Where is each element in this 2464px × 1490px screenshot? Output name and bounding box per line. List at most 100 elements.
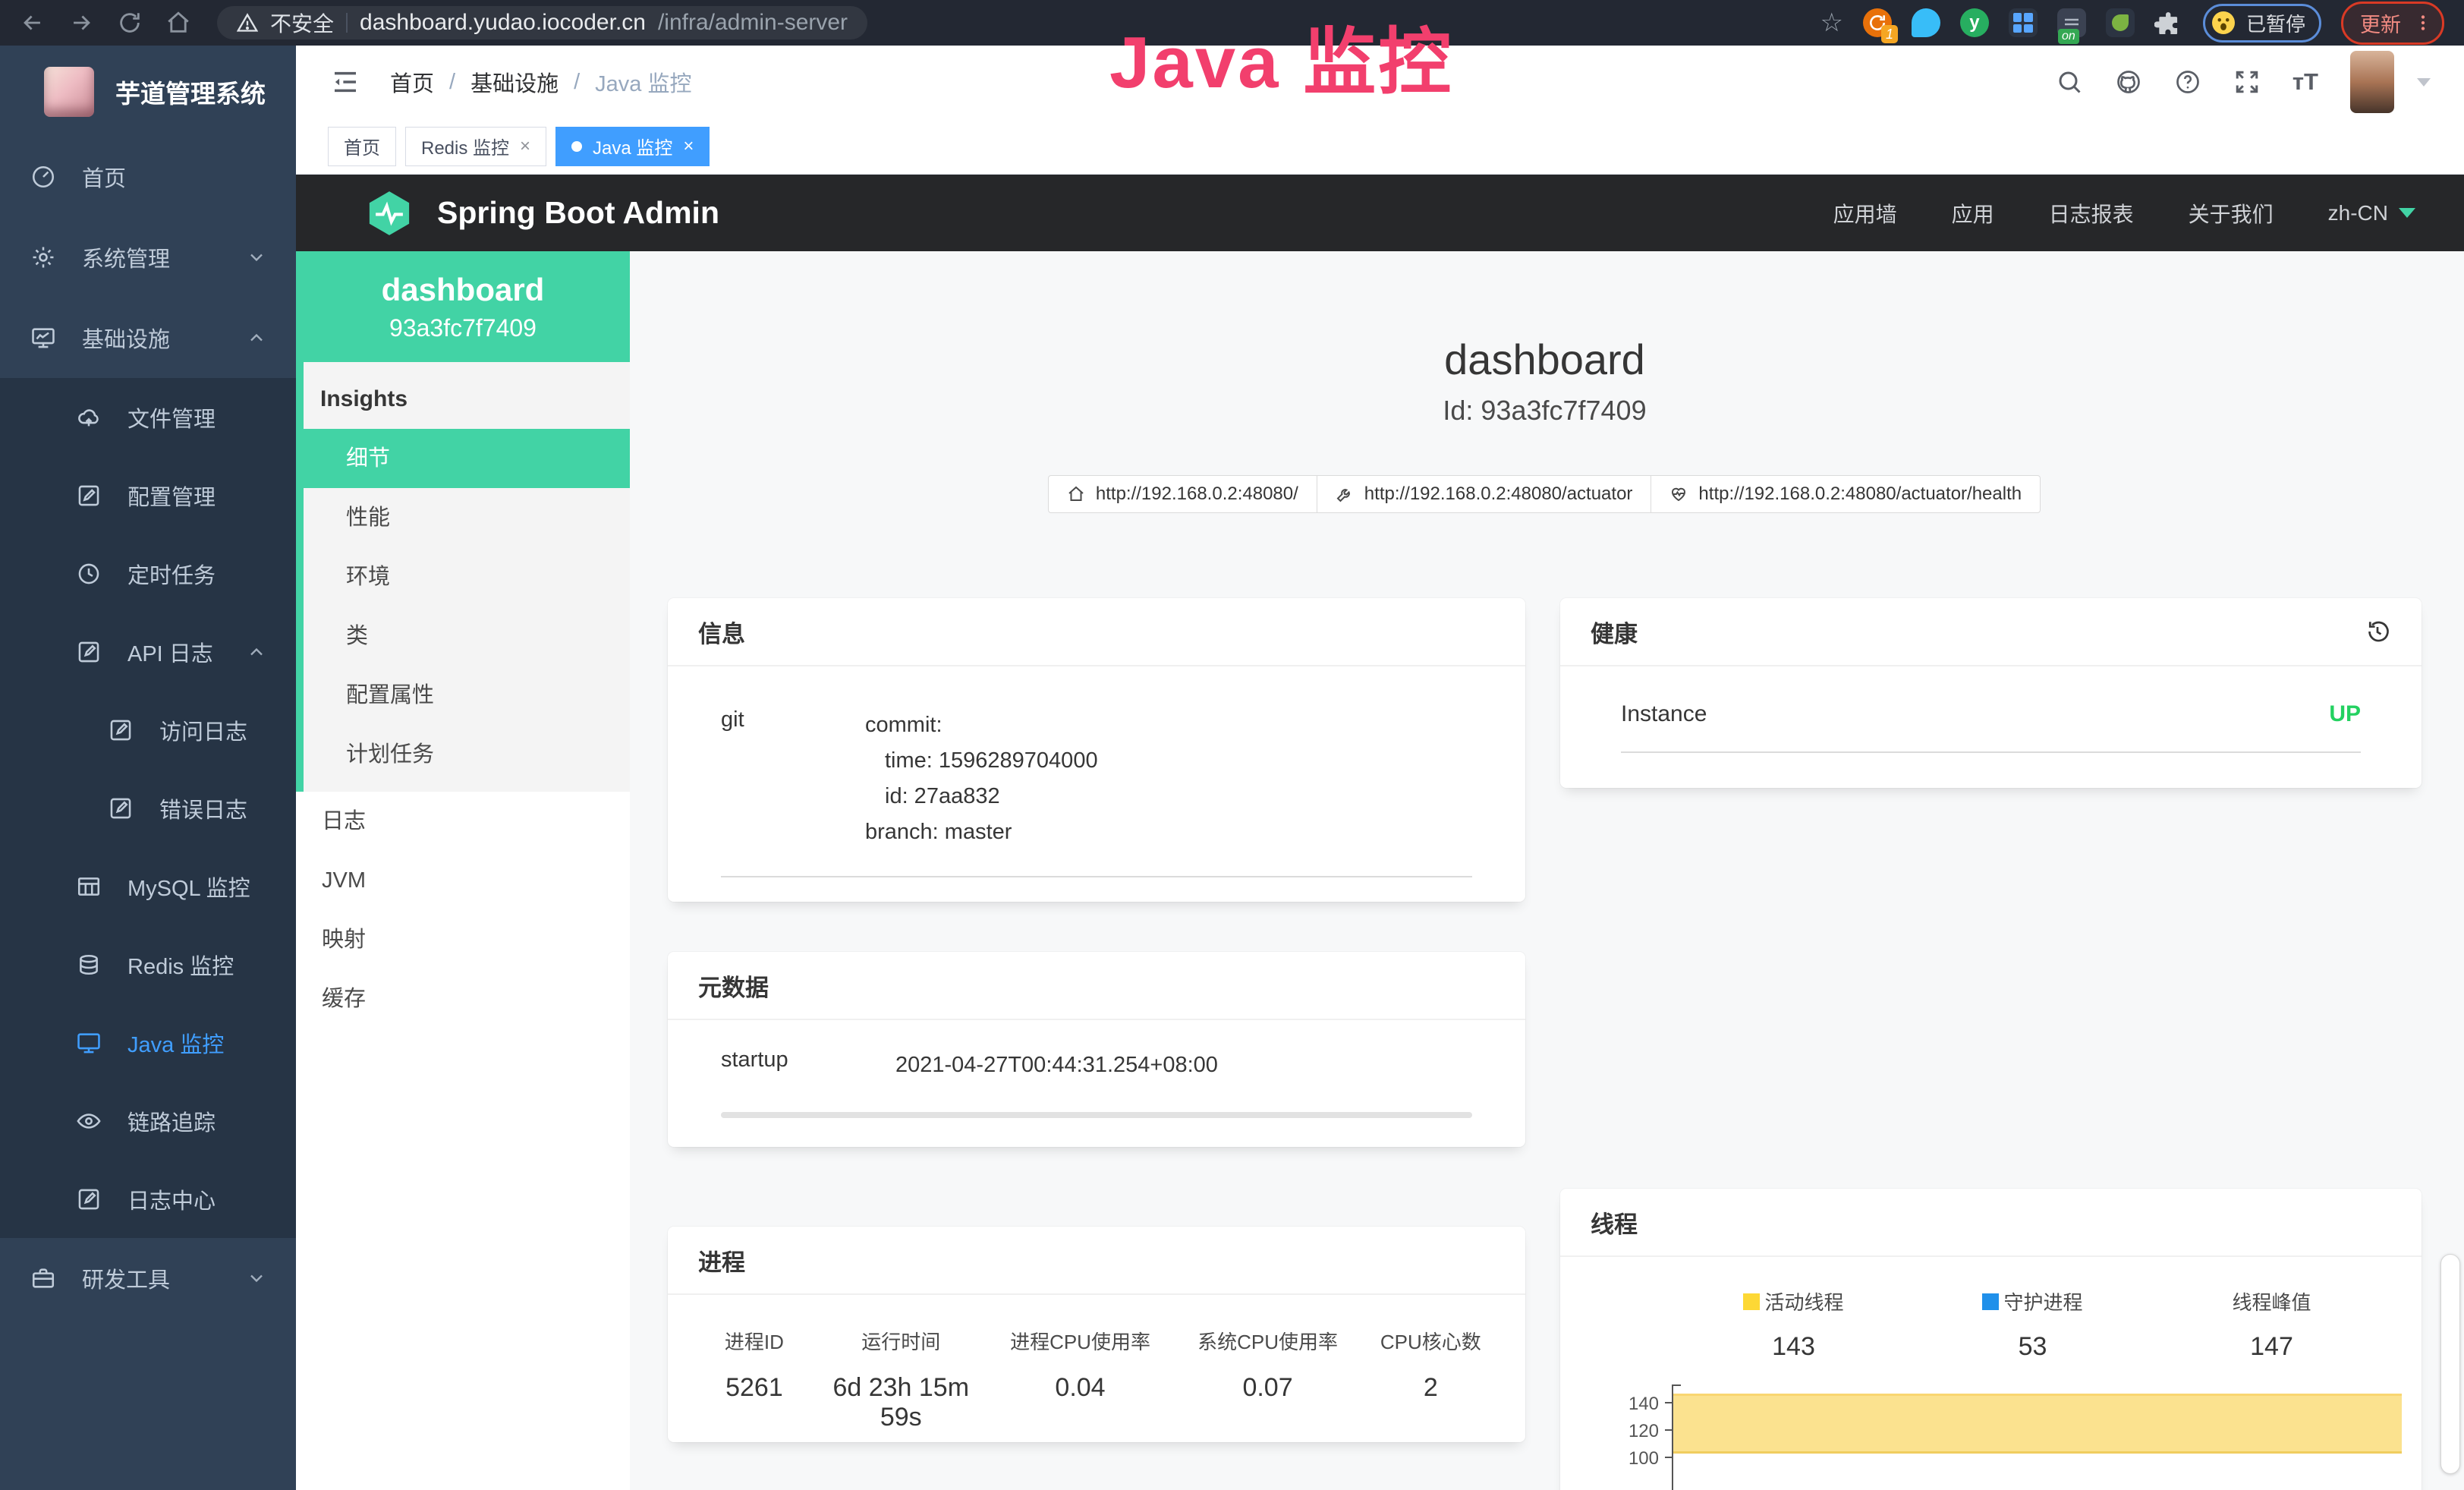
horizontal-scrollbar[interactable] <box>721 1112 1472 1118</box>
extension-y-icon[interactable]: y <box>1960 8 1989 37</box>
sidebar-item-log-center[interactable]: 日志中心 <box>0 1160 296 1238</box>
sba-nav-applications[interactable]: 应用 <box>1952 198 1994 228</box>
user-menu-caret-icon[interactable] <box>2417 78 2431 87</box>
sidebar-item-mysql-monitor[interactable]: MySQL 监控 <box>0 847 296 925</box>
help-icon[interactable] <box>2174 68 2201 96</box>
fullscreen-icon[interactable] <box>2233 68 2261 96</box>
translate-paused-badge[interactable]: 已暂停 <box>2203 4 2321 43</box>
legend-peak-threads: 线程峰值 147 <box>2152 1287 2391 1362</box>
sidebar-item-api-logs[interactable]: API 日志 <box>0 613 296 691</box>
sidebar-item-redis-monitor[interactable]: Redis 监控 <box>0 925 296 1003</box>
home-icon[interactable] <box>165 10 191 36</box>
extension-grid-icon[interactable] <box>2009 8 2038 37</box>
insight-item-environment[interactable]: 环境 <box>304 547 630 606</box>
sba-nav-wall[interactable]: 应用墙 <box>1833 198 1897 228</box>
sidebar-item-home[interactable]: 首页 <box>0 137 296 217</box>
forward-icon[interactable] <box>68 10 94 36</box>
sba-nav-about[interactable]: 关于我们 <box>2189 198 2274 228</box>
info-key: git <box>721 707 865 850</box>
search-icon[interactable] <box>2056 68 2083 96</box>
instance-sidebar: dashboard 93a3fc7f7409 Insights 细节 性能 环境… <box>296 251 630 1490</box>
insight-item-classes[interactable]: 类 <box>304 606 630 666</box>
extensions-puzzle-icon[interactable] <box>2154 8 2183 37</box>
sba-brand-title[interactable]: Spring Boot Admin <box>437 195 719 231</box>
legend-live-threads[interactable]: 活动线程 143 <box>1674 1287 1913 1362</box>
extension-leaf-icon[interactable] <box>2106 8 2135 37</box>
health-row-label: Instance <box>1621 701 1707 727</box>
refresh-icon[interactable] <box>117 10 143 36</box>
breadcrumb-current: Java 监控 <box>595 66 691 98</box>
log-edit-icon <box>76 639 102 665</box>
address-bar[interactable]: 不安全 dashboard.yudao.iocoder.cn/infra/adm… <box>217 6 867 39</box>
tab-home[interactable]: 首页 <box>328 127 396 166</box>
instance-header[interactable]: dashboard 93a3fc7f7409 <box>296 251 630 362</box>
app-title: 芋道管理系统 <box>115 74 266 110</box>
view-item-logs[interactable]: 日志 <box>296 792 630 851</box>
back-icon[interactable] <box>20 10 46 36</box>
edit-square-icon <box>76 483 102 509</box>
sidebar-item-file-management[interactable]: 文件管理 <box>0 378 296 456</box>
url-path: /infra/admin-server <box>658 10 848 36</box>
instance-name: dashboard <box>382 272 545 308</box>
url-divider <box>346 13 348 33</box>
sidebar-item-config-management[interactable]: 配置管理 <box>0 456 296 534</box>
kebab-menu-icon[interactable] <box>2413 13 2433 33</box>
history-icon[interactable] <box>2364 618 2391 645</box>
metadata-key: startup <box>721 1047 895 1083</box>
briefcase-icon <box>30 1265 56 1291</box>
sidebar-fold-icon[interactable] <box>329 66 361 98</box>
sidebar-item-tracing[interactable]: 链路追踪 <box>0 1082 296 1160</box>
breadcrumb-section[interactable]: 基础设施 <box>470 66 559 98</box>
extension-on-badge: on <box>2058 29 2079 44</box>
view-item-jvm[interactable]: JVM <box>296 851 630 910</box>
sidebar-item-scheduled-jobs[interactable]: 定时任务 <box>0 534 296 613</box>
close-icon[interactable]: × <box>520 136 530 157</box>
insight-item-metrics[interactable]: 性能 <box>304 488 630 547</box>
tab-redis-monitor[interactable]: Redis 监控 × <box>405 127 546 166</box>
sba-logo-icon[interactable] <box>364 188 414 238</box>
scrollbar-thumb[interactable] <box>2440 1254 2460 1474</box>
insight-item-config-props[interactable]: 配置属性 <box>304 666 630 725</box>
user-avatar[interactable] <box>2350 51 2394 113</box>
url-host: dashboard.yudao.iocoder.cn <box>360 10 646 36</box>
process-col-system-cpu: 系统CPU使用率0.07 <box>1178 1327 1357 1432</box>
bookmark-star-icon[interactable]: ☆ <box>1820 10 1843 36</box>
legend-daemon-threads[interactable]: 守护进程 53 <box>1913 1287 2152 1362</box>
chevron-down-icon <box>246 1268 267 1289</box>
log-edit-icon <box>76 1186 102 1212</box>
close-icon[interactable]: × <box>683 136 694 157</box>
active-dot-icon <box>571 141 582 152</box>
sidebar-item-error-logs[interactable]: 错误日志 <box>0 769 296 847</box>
threads-card: 线程 活动线程 143 守护进程 53 <box>1560 1189 2422 1490</box>
extension-tampermonkey-icon[interactable]: on <box>2057 8 2086 37</box>
extension-sync-icon[interactable]: 1 <box>1863 8 1892 37</box>
app-logo-row[interactable]: 芋道管理系统 <box>0 46 296 137</box>
service-url-button[interactable]: http://192.168.0.2:48080/ <box>1048 475 1317 513</box>
sba-locale-select[interactable]: zh-CN <box>2328 201 2415 225</box>
chrome-update-button[interactable]: 更新 <box>2341 2 2444 45</box>
gear-icon <box>30 244 56 270</box>
health-url-button[interactable]: http://192.168.0.2:48080/actuator/health <box>1651 475 2041 513</box>
view-item-mappings[interactable]: 映射 <box>296 910 630 969</box>
actuator-url-button[interactable]: http://192.168.0.2:48080/actuator <box>1317 475 1652 513</box>
sidebar-item-system[interactable]: 系统管理 <box>0 217 296 298</box>
tab-java-monitor[interactable]: Java 监控 × <box>555 127 710 166</box>
metadata-card-title: 元数据 <box>698 969 769 1003</box>
view-item-caches[interactable]: 缓存 <box>296 969 630 1029</box>
main-sidebar: 芋道管理系统 首页 系统管理 基础设施 文件管理 配置管理 <box>0 46 296 1490</box>
insight-item-scheduled-tasks[interactable]: 计划任务 <box>304 725 630 784</box>
extension-pin-icon[interactable] <box>1912 8 1940 37</box>
github-icon[interactable] <box>2115 68 2142 96</box>
sidebar-item-infrastructure[interactable]: 基础设施 <box>0 298 296 378</box>
sba-nav-journal[interactable]: 日志报表 <box>2049 198 2134 228</box>
sidebar-item-access-logs[interactable]: 访问日志 <box>0 691 296 769</box>
instance-main: dashboard Id: 93a3fc7f7409 http://192.16… <box>630 251 2464 1490</box>
gauge-icon <box>30 164 56 190</box>
info-value: commit: time: 1596289704000 id: 27aa832 … <box>865 707 1098 850</box>
breadcrumb-home[interactable]: 首页 <box>390 66 434 98</box>
sidebar-item-java-monitor[interactable]: Java 监控 <box>0 1003 296 1082</box>
insights-label: Insights <box>304 374 630 429</box>
insight-item-details[interactable]: 细节 <box>304 429 630 488</box>
sidebar-item-dev-tools[interactable]: 研发工具 <box>0 1238 296 1318</box>
font-size-icon[interactable]: тТ <box>2292 68 2318 96</box>
